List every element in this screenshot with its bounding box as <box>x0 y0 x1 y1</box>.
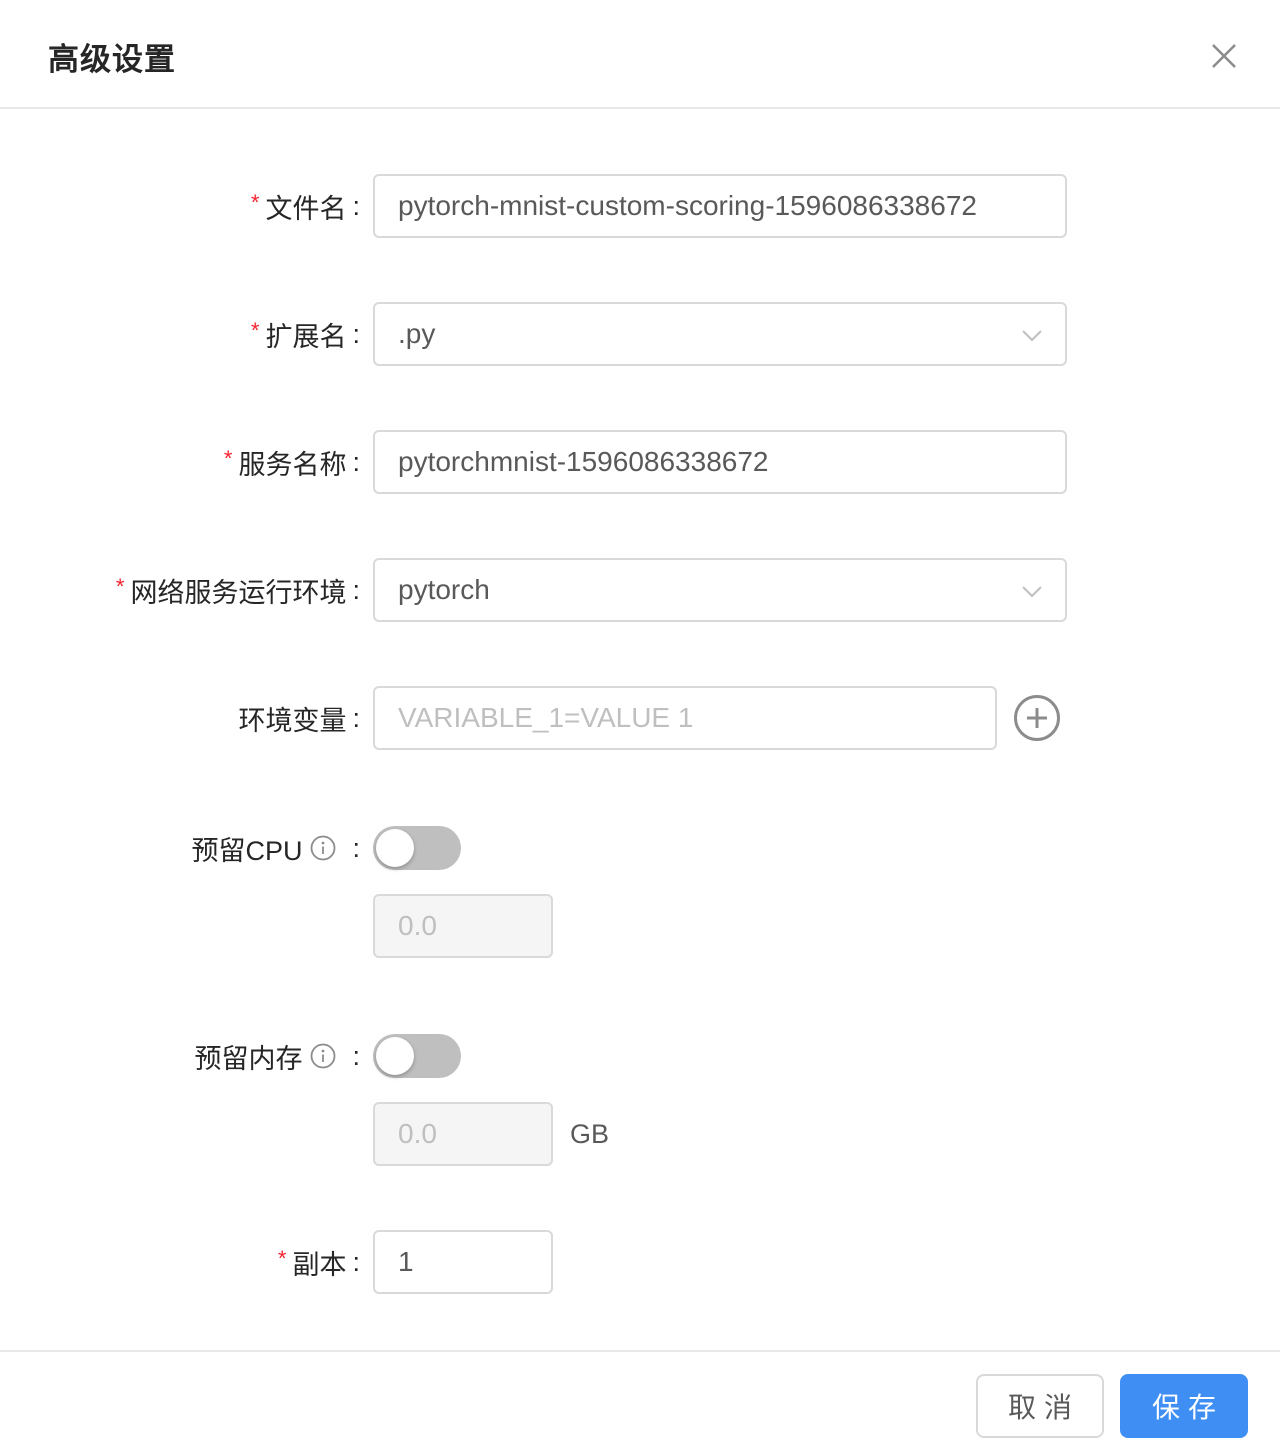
replicas-label: * 副本 : <box>277 1246 360 1280</box>
required-mark: * <box>115 574 125 599</box>
extension-label: * 扩展名 : <box>250 318 360 352</box>
info-circle-icon[interactable] <box>310 835 336 861</box>
reserve-memory-switch[interactable] <box>373 1034 461 1078</box>
required-mark: * <box>250 190 260 215</box>
filename-input[interactable]: pytorch-mnist-custom-scoring-15960863386… <box>373 174 1067 238</box>
close-button[interactable] <box>1206 38 1242 74</box>
dialog-header: 高级设置 <box>0 0 1280 109</box>
plus-circle-icon <box>1014 695 1060 741</box>
required-mark: * <box>223 446 233 471</box>
memory-unit-label: GB <box>570 1118 610 1149</box>
add-env-var-button[interactable] <box>1013 694 1061 742</box>
replicas-input[interactable]: 1 <box>373 1230 553 1294</box>
service-name-input[interactable]: pytorchmnist-1596086338672 <box>373 430 1067 494</box>
info-circle-icon[interactable] <box>310 1043 336 1069</box>
filename-label: * 文件名 : <box>250 190 360 224</box>
save-button[interactable]: 保存 <box>1120 1374 1248 1438</box>
switch-knob <box>376 1037 414 1075</box>
chevron-down-icon <box>1022 330 1042 342</box>
runtime-env-select[interactable]: pytorch <box>373 558 1067 622</box>
reserve-cpu-input[interactable]: 0.0 <box>373 894 553 958</box>
extension-selected-value: .py <box>398 318 436 349</box>
extension-select[interactable]: .py <box>373 302 1067 366</box>
runtime-env-label: * 网络服务运行环境 : <box>115 574 360 608</box>
chevron-down-icon <box>1022 586 1042 598</box>
advanced-settings-dialog: 高级设置 * 文件名 : pytorch-mnist-custom-scorin… <box>0 0 1280 1454</box>
reserve-cpu-switch[interactable] <box>373 826 461 870</box>
env-vars-input[interactable]: VARIABLE_1=VALUE 1 <box>373 686 997 750</box>
switch-knob <box>376 829 414 867</box>
cancel-button[interactable]: 取消 <box>976 1374 1104 1438</box>
reserve-cpu-label: 预留CPU : <box>191 832 360 866</box>
reserve-memory-input[interactable]: 0.0 <box>373 1102 553 1166</box>
service-name-label: * 服务名称 : <box>223 446 360 480</box>
reserve-memory-label: 预留内存 : <box>194 1040 360 1074</box>
required-mark: * <box>250 318 260 343</box>
required-mark: * <box>277 1246 287 1271</box>
runtime-env-selected-value: pytorch <box>398 574 490 605</box>
dialog-title: 高级设置 <box>48 42 176 77</box>
env-vars-label: 环境变量 : <box>238 702 360 736</box>
dialog-footer: 取消 保存 <box>0 1350 1280 1454</box>
close-icon <box>1212 44 1236 68</box>
